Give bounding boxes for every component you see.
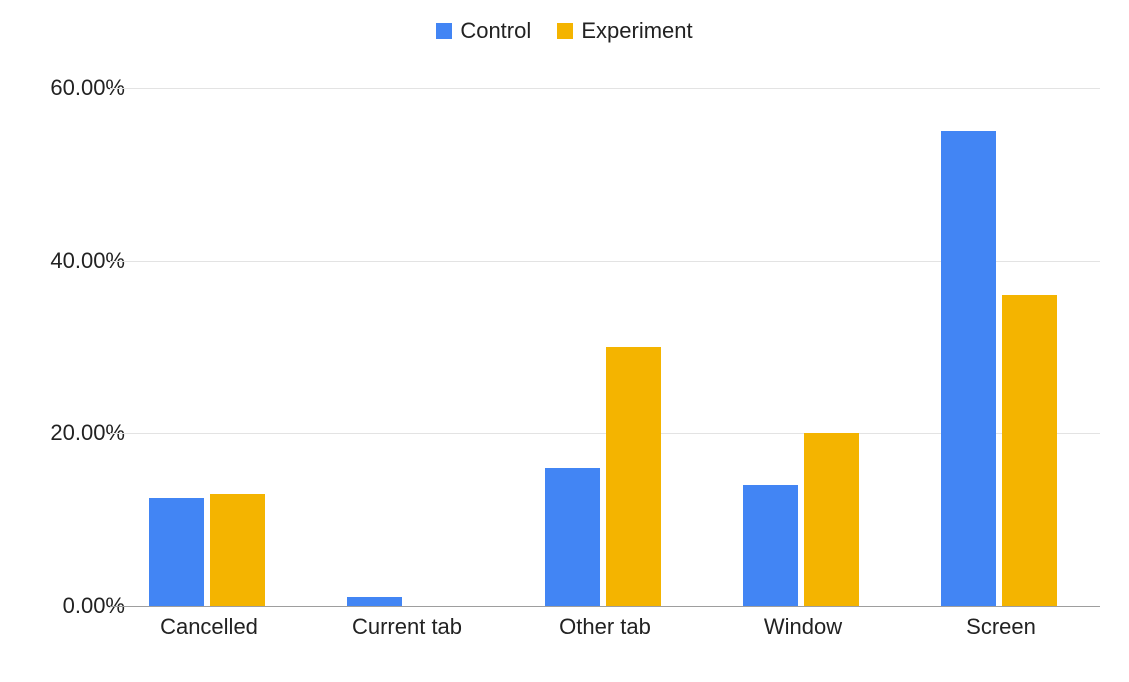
group-cancelled: Cancelled bbox=[110, 88, 308, 606]
legend-label-experiment: Experiment bbox=[581, 18, 692, 44]
bar-window-experiment bbox=[804, 433, 859, 606]
bar-other-tab-control bbox=[545, 468, 600, 606]
legend-item-control: Control bbox=[436, 18, 531, 44]
group-screen: Screen bbox=[902, 88, 1100, 606]
group-window: Window bbox=[704, 88, 902, 606]
legend-item-experiment: Experiment bbox=[557, 18, 692, 44]
bar-window-control bbox=[743, 485, 798, 606]
bar-cancelled-experiment bbox=[210, 494, 265, 606]
bar-screen-control bbox=[941, 131, 996, 606]
bar-current-tab-control bbox=[347, 597, 402, 606]
x-tick-label-other-tab: Other tab bbox=[506, 614, 704, 640]
x-tick-label-current-tab: Current tab bbox=[308, 614, 506, 640]
legend-label-control: Control bbox=[460, 18, 531, 44]
legend: Control Experiment bbox=[0, 18, 1129, 45]
group-current-tab: Current tab bbox=[308, 88, 506, 606]
x-tick-label-cancelled: Cancelled bbox=[110, 614, 308, 640]
plot-area: Cancelled Current tab Other tab Window S… bbox=[110, 88, 1100, 607]
bar-cancelled-control bbox=[149, 498, 204, 606]
chart-container: Control Experiment 0.00% 20.00% 40.00% 6… bbox=[0, 0, 1129, 682]
x-tick-label-screen: Screen bbox=[902, 614, 1100, 640]
legend-swatch-experiment bbox=[557, 23, 573, 39]
x-tick-label-window: Window bbox=[704, 614, 902, 640]
bar-screen-experiment bbox=[1002, 295, 1057, 606]
bar-other-tab-experiment bbox=[606, 347, 661, 606]
legend-swatch-control bbox=[436, 23, 452, 39]
group-other-tab: Other tab bbox=[506, 88, 704, 606]
